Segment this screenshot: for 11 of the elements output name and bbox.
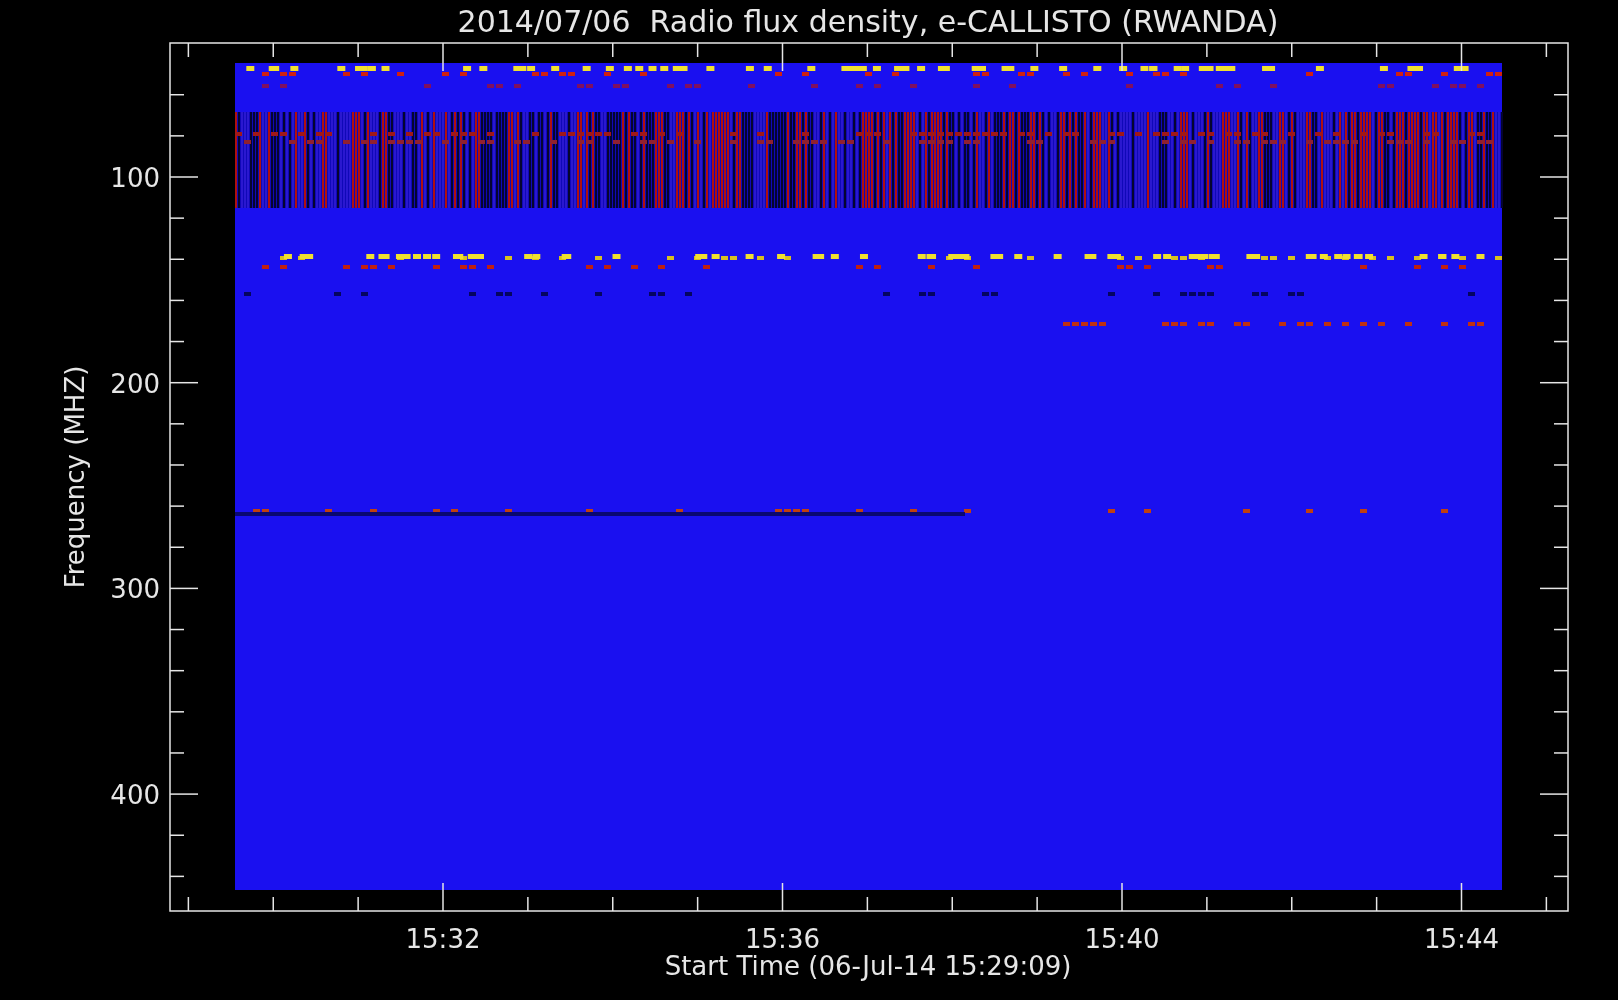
- y-tick-label: 300: [110, 574, 160, 605]
- x-tick-label: 15:40: [1084, 924, 1160, 954]
- y-tick-label: 100: [110, 163, 160, 193]
- chart-title: 2014/07/06 Radio flux density, e-CALLISTO (RWANDA): [457, 4, 1279, 39]
- x-tick-label: 15:32: [405, 924, 481, 954]
- y-tick-label: 400: [110, 780, 160, 811]
- y-tick-label: 200: [110, 368, 160, 399]
- x-tick-label: 15:44: [1424, 924, 1499, 954]
- x-tick-label: 15:36: [745, 924, 820, 954]
- x-axis-label: Start Time (06-Jul-14 15:29:09): [664, 951, 1072, 981]
- y-axis-label: Frequency (MHZ): [60, 365, 90, 589]
